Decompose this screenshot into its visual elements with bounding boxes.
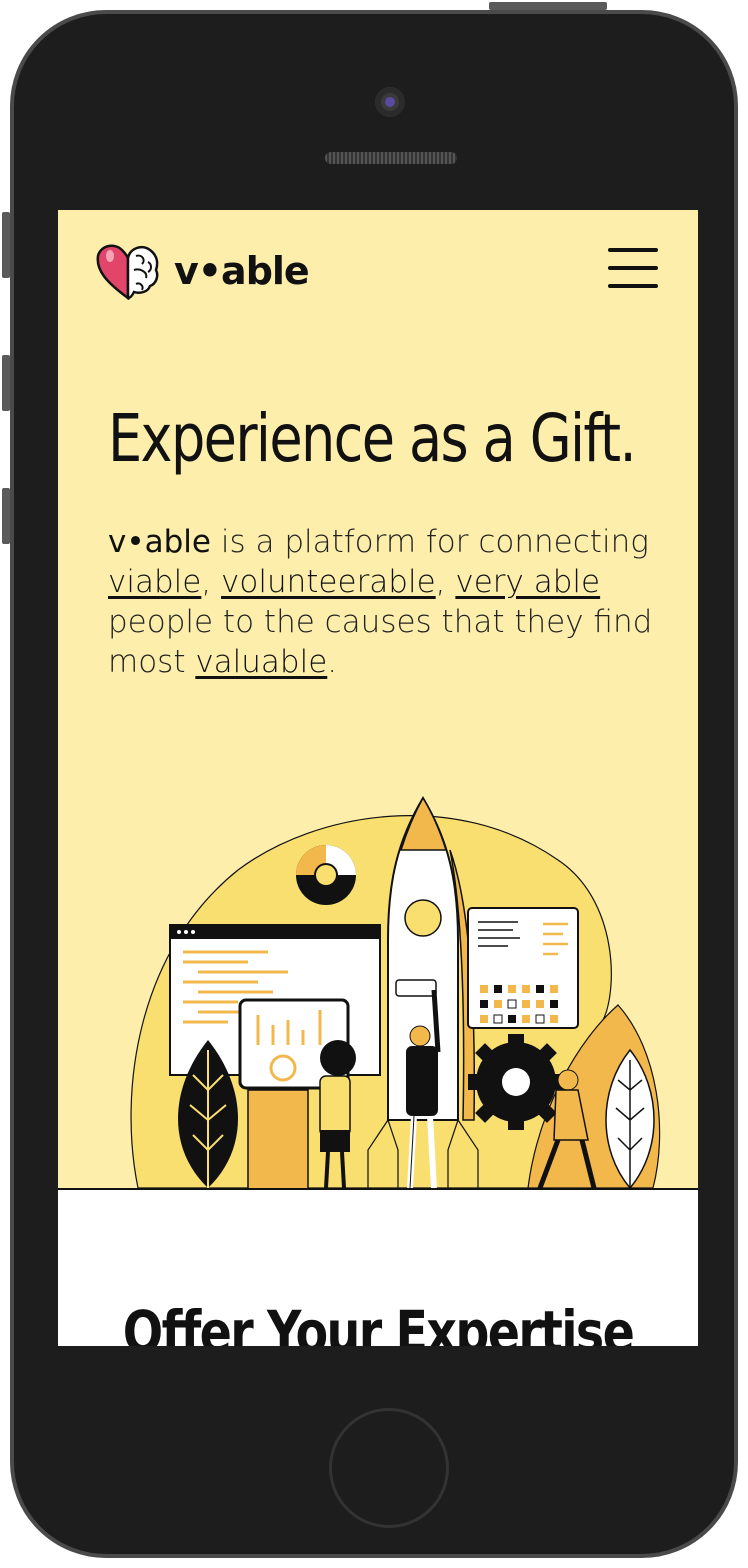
link-valuable[interactable]: valuable bbox=[195, 644, 327, 680]
volume-down-button[interactable] bbox=[2, 488, 10, 544]
power-button[interactable] bbox=[489, 2, 607, 10]
brand-name: v•able bbox=[174, 249, 310, 293]
screen: v•able Experience as a Gift. v•able is a… bbox=[58, 210, 698, 1346]
logo[interactable]: v•able bbox=[96, 242, 310, 300]
link-very-able[interactable]: very able bbox=[455, 564, 600, 600]
brand-inline: v•able bbox=[108, 524, 211, 560]
speaker-grille bbox=[325, 152, 457, 164]
volume-up-button[interactable] bbox=[2, 355, 10, 411]
heart-brain-icon bbox=[96, 244, 159, 300]
link-viable[interactable]: viable bbox=[108, 564, 201, 600]
home-button[interactable] bbox=[329, 1408, 449, 1528]
expertise-section: Offer Your Expertise bbox=[58, 1188, 698, 1346]
hero-description: v•able is a platform for connecting viab… bbox=[108, 524, 653, 680]
link-volunteerable[interactable]: volunteerable bbox=[221, 564, 436, 600]
section-title: Offer Your Expertise bbox=[122, 1298, 635, 1346]
team-rocket-illustration bbox=[130, 796, 661, 1190]
camera-icon bbox=[375, 87, 405, 117]
mute-switch[interactable] bbox=[2, 212, 10, 278]
navbar: v•able bbox=[58, 210, 698, 330]
hamburger-menu-icon[interactable] bbox=[608, 248, 658, 288]
hero-title: Experience as a Gift. bbox=[108, 400, 637, 477]
